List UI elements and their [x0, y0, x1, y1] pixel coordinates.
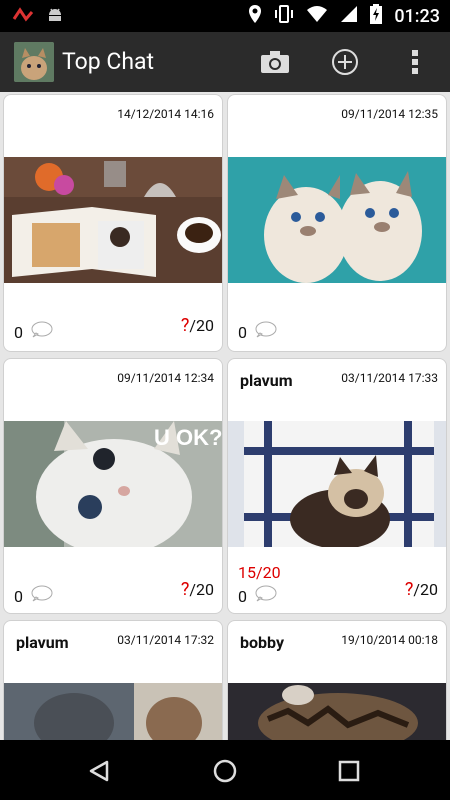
post-score: 15/20	[238, 563, 281, 582]
post-date: 03/11/2014 17:32	[117, 633, 214, 647]
post-card[interactable]: 09/11/2014 12:35 0	[227, 94, 447, 352]
vibrate-icon	[274, 4, 294, 28]
comment-count-value: 0	[14, 586, 23, 606]
comment-count-value: 0	[14, 322, 23, 342]
post-username: bobby	[240, 633, 284, 652]
rating[interactable]: ?/20	[181, 315, 214, 336]
post-date: 09/11/2014 12:34	[117, 371, 214, 385]
comment-bubble-icon	[253, 321, 277, 343]
rating-max: /20	[189, 316, 214, 335]
home-icon[interactable]	[210, 756, 240, 786]
rating[interactable]: ?/20	[181, 579, 214, 600]
post-username: plavum	[240, 371, 293, 390]
post-grid: 14/12/2014 14:16 0 ?/20 09/11/2014 12:35…	[0, 92, 450, 740]
post-date: 03/11/2014 17:33	[341, 371, 438, 385]
wifi-icon	[306, 5, 328, 27]
rating-max: /20	[189, 580, 214, 599]
post-image[interactable]: U OK?	[4, 421, 222, 547]
post-card[interactable]: plavum 03/11/2014 17:33 15/20 0 ?/20	[227, 358, 447, 614]
battery-charging-icon	[370, 4, 383, 28]
comment-count-value: 0	[238, 322, 247, 342]
android-icon	[46, 6, 64, 28]
comment-bubble-icon	[29, 321, 53, 343]
comment-bubble-icon	[29, 585, 53, 607]
add-circle-icon[interactable]	[328, 45, 362, 79]
comment-count-value: 0	[238, 586, 247, 606]
app-avatar[interactable]	[14, 42, 54, 82]
comment-count[interactable]: 0	[238, 321, 277, 343]
post-username: plavum	[16, 633, 69, 652]
overflow-menu-icon[interactable]	[398, 45, 432, 79]
rating-max: /20	[413, 580, 438, 599]
app-bar: Top Chat	[0, 32, 450, 92]
svg-text:U OK?: U OK?	[154, 425, 222, 450]
game-notification-icon	[12, 7, 34, 27]
rating[interactable]: ?/20	[405, 579, 438, 600]
post-card[interactable]: 09/11/2014 12:34 U OK? 0 ?/20	[3, 358, 223, 614]
app-title: Top Chat	[62, 48, 155, 75]
clock: 01:23	[394, 5, 440, 27]
back-icon[interactable]	[84, 756, 114, 786]
comment-count[interactable]: 0	[14, 321, 53, 343]
post-image[interactable]	[4, 683, 222, 740]
camera-icon[interactable]	[258, 45, 292, 79]
navigation-bar	[0, 740, 450, 800]
comment-count[interactable]: 0	[238, 585, 277, 607]
post-date: 14/12/2014 14:16	[117, 107, 214, 121]
post-date: 19/10/2014 00:18	[341, 633, 438, 647]
comment-count[interactable]: 0	[14, 585, 53, 607]
signal-icon	[340, 5, 358, 27]
post-image[interactable]	[4, 157, 222, 283]
post-image[interactable]	[228, 683, 446, 740]
post-card[interactable]: bobby 19/10/2014 00:18	[227, 620, 447, 740]
post-date: 09/11/2014 12:35	[341, 107, 438, 121]
post-image[interactable]	[228, 157, 446, 283]
post-card[interactable]: 14/12/2014 14:16 0 ?/20	[3, 94, 223, 352]
recents-icon[interactable]	[334, 756, 364, 786]
location-icon	[248, 4, 262, 28]
comment-bubble-icon	[253, 585, 277, 607]
status-bar: 01:23	[0, 0, 450, 32]
post-card[interactable]: plavum 03/11/2014 17:32	[3, 620, 223, 740]
post-image[interactable]	[228, 421, 446, 547]
